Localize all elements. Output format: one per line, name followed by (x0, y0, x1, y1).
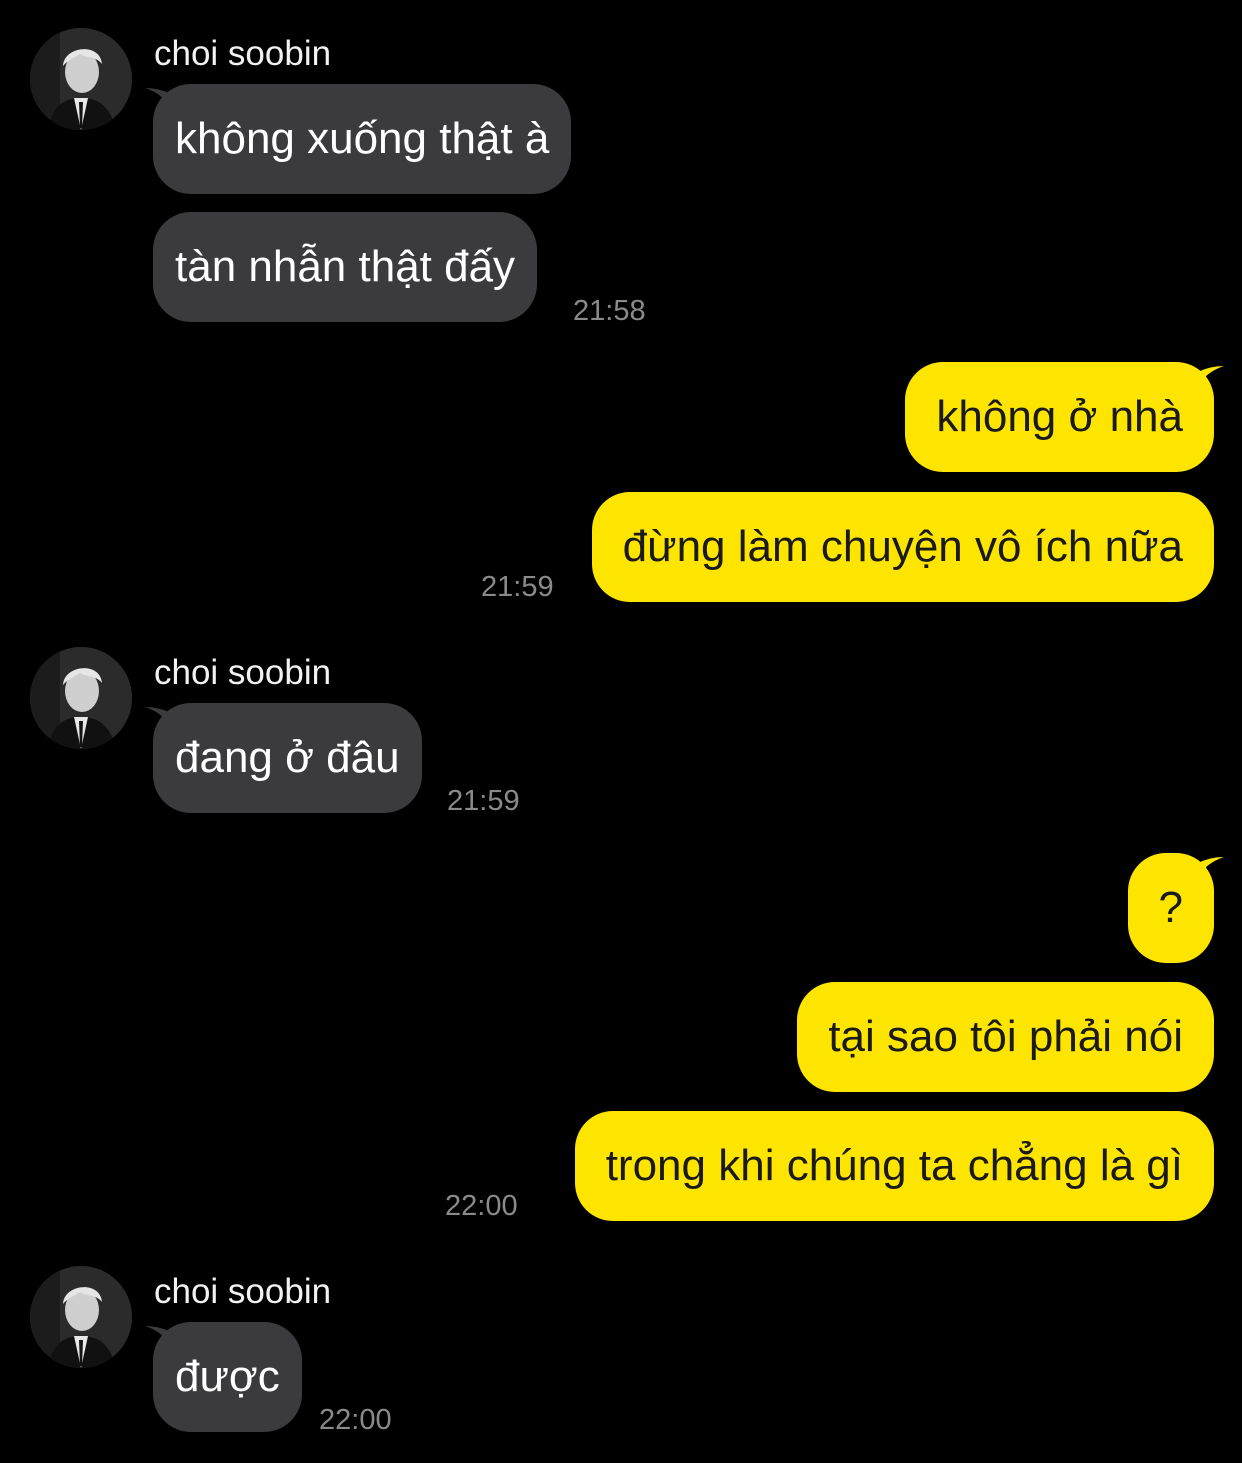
message-timestamp: 21:59 (447, 785, 520, 817)
outgoing-message-bubble[interactable]: đừng làm chuyện vô ích nữa (591, 492, 1214, 602)
outgoing-message-bubble[interactable]: không ở nhà (905, 362, 1214, 472)
incoming-message-bubble[interactable]: đang ở đâu (153, 703, 422, 813)
message-timestamp: 22:00 (319, 1404, 392, 1436)
sender-name: choi soobin (154, 1272, 332, 1311)
incoming-message-bubble[interactable]: tàn nhẫn thật đấy (153, 212, 538, 322)
outgoing-message-bubble[interactable]: trong khi chúng ta chẳng là gì (574, 1111, 1214, 1221)
sender-avatar[interactable] (30, 28, 132, 130)
incoming-message-bubble[interactable]: không xuống thật à (153, 84, 572, 194)
profile-photo-icon (30, 28, 132, 130)
profile-photo-icon (30, 1266, 132, 1368)
profile-photo-icon (30, 647, 132, 749)
message-timestamp: 21:58 (573, 295, 646, 327)
outgoing-message-bubble[interactable]: tại sao tôi phải nói (797, 982, 1214, 1092)
sender-name: choi soobin (154, 653, 332, 692)
sender-name: choi soobin (154, 34, 332, 73)
incoming-message-bubble[interactable]: được (153, 1322, 302, 1432)
message-timestamp: 21:59 (481, 571, 554, 603)
outgoing-message-bubble[interactable]: ? (1127, 853, 1214, 963)
sender-avatar[interactable] (30, 647, 132, 749)
message-timestamp: 22:00 (445, 1190, 518, 1222)
sender-avatar[interactable] (30, 1266, 132, 1368)
